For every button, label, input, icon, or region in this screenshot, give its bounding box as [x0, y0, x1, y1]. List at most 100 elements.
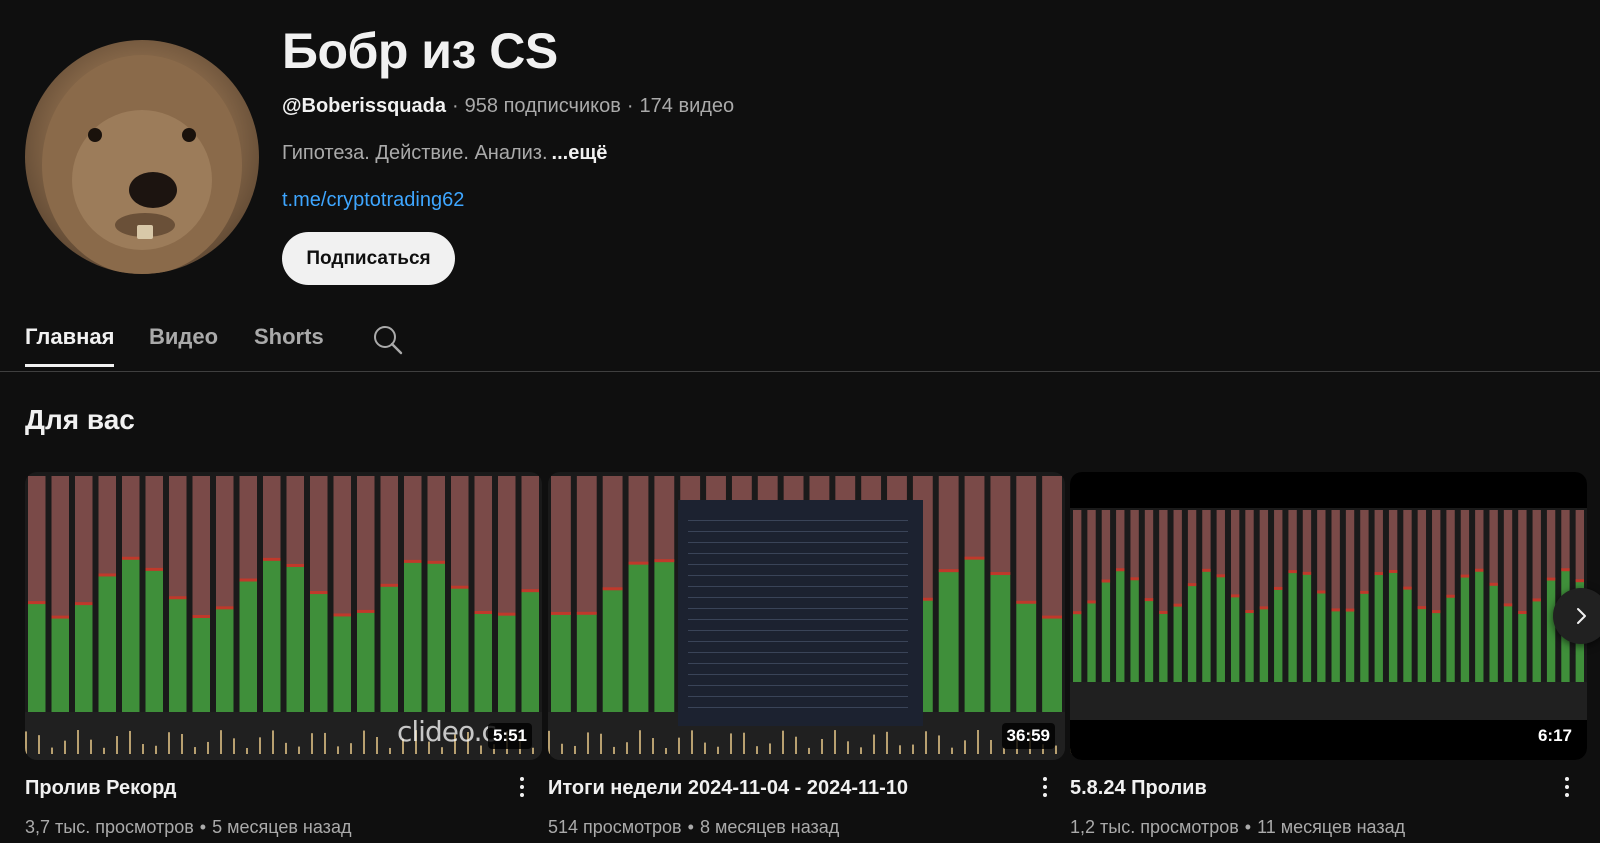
- thumbnail-bar: [1432, 610, 1441, 614]
- thumbnail-bar: [688, 685, 908, 686]
- video-thumbnail[interactable]: clideo.c 5:51: [25, 472, 542, 760]
- channel-avatar[interactable]: [25, 40, 259, 274]
- thumbnail-bar: [688, 597, 908, 598]
- thumbnail-bar: [498, 614, 516, 712]
- thumbnail-bar: [239, 580, 257, 712]
- video-age: 5 месяцев назад: [212, 817, 352, 837]
- thumbnail-bar: [1403, 586, 1412, 590]
- thumbnail-bar: [155, 745, 157, 754]
- thumbnail-bar: [688, 619, 908, 620]
- thumbnail-bar: [1159, 610, 1168, 614]
- thumbnail-bar: [427, 562, 445, 712]
- thumbnail-bar: [216, 608, 234, 712]
- channel-description[interactable]: Гипотеза. Действие. Анализ. ...ещё: [282, 142, 607, 165]
- thumbnail-bar: [1288, 510, 1297, 573]
- thumbnail-bar: [990, 739, 992, 754]
- thumbnail-bar: [795, 736, 797, 754]
- thumbnail-bar: [357, 611, 375, 712]
- tab-shorts[interactable]: Shorts: [254, 324, 324, 364]
- thumbnail-bar: [1073, 613, 1082, 682]
- thumbnail-bar: [1374, 572, 1383, 576]
- thumbnail-bar: [1173, 603, 1182, 607]
- thumbnail-bar: [1460, 576, 1470, 682]
- thumbnail-bar: [1417, 510, 1427, 609]
- video-thumbnail[interactable]: 36:59: [548, 472, 1065, 760]
- thumbnail-bar: [1230, 596, 1240, 682]
- thumbnail-bar: [1503, 510, 1513, 606]
- thumbnail-bar: [551, 613, 571, 712]
- thumbnail-bar: [938, 569, 959, 573]
- thumbnail-bar: [1446, 594, 1455, 598]
- video-card[interactable]: clideo.c 5:51 Пролив Рекорд 3,7 тыс. про…: [25, 472, 542, 843]
- thumbnail-bar: [1475, 568, 1484, 572]
- thumbnail-bar: [521, 591, 539, 712]
- thumbnail-bar: [1230, 594, 1240, 598]
- thumbnail-bar: [1489, 584, 1498, 682]
- video-thumbnail[interactable]: 6:17: [1070, 472, 1587, 760]
- thumbnail-bar: [122, 558, 140, 712]
- thumbnail-bar: [1518, 611, 1527, 615]
- thumbnail-bar: [769, 743, 771, 754]
- thumbnail-bar: [324, 732, 326, 754]
- thumbnail-bar: [1546, 577, 1556, 581]
- thumbnail-bar: [743, 732, 745, 754]
- thumbnail-bar: [1446, 510, 1455, 597]
- next-button[interactable]: [1553, 588, 1600, 644]
- thumbnail-bar: [474, 612, 492, 712]
- thumbnail-bar: [1173, 510, 1182, 606]
- more-vert-icon[interactable]: [1555, 772, 1579, 802]
- thumbnail-bar: [1532, 598, 1541, 602]
- channel-link[interactable]: t.me/cryptotrading62: [282, 189, 464, 212]
- thumbnail-bar: [628, 561, 649, 565]
- meta-dot: •: [199, 817, 207, 837]
- thumbnail-bar: [1202, 570, 1211, 682]
- thumbnail-bar: [1073, 510, 1082, 614]
- thumbnail-bar: [380, 476, 398, 586]
- thumbnail-bar: [626, 742, 628, 754]
- thumbnail-bar: [1274, 510, 1283, 589]
- thumbnail-bar: [654, 559, 675, 563]
- thumbnail-bar: [1173, 605, 1182, 682]
- thumbnail-bar: [1345, 608, 1355, 612]
- thumbnail-bar: [1331, 610, 1340, 682]
- search-icon[interactable]: [372, 324, 404, 356]
- video-card[interactable]: 36:59 Итоги недели 2024-11-04 - 2024-11-…: [548, 472, 1065, 843]
- description-text: Гипотеза. Действие. Анализ.: [282, 142, 548, 164]
- video-title[interactable]: Пролив Рекорд: [25, 777, 177, 800]
- thumbnail-bar: [1561, 568, 1570, 572]
- more-vert-icon[interactable]: [1033, 772, 1057, 802]
- video-title[interactable]: 5.8.24 Пролив: [1070, 777, 1207, 800]
- subscribe-button[interactable]: Подписаться: [282, 232, 455, 285]
- thumbnail-bar: [404, 561, 422, 712]
- thumbnail-bar: [1374, 574, 1383, 682]
- channel-meta: @Boberissquada · 958 подписчиков · 174 видео: [282, 95, 734, 118]
- thumbnail-bar: [938, 735, 940, 754]
- thumbnail-bar: [925, 731, 927, 754]
- video-title[interactable]: Итоги недели 2024-11-04 - 2024-11-10: [548, 777, 908, 800]
- thumbnail-bar: [474, 610, 492, 614]
- thumbnail-bar: [688, 553, 908, 554]
- tab-home[interactable]: Главная: [25, 324, 115, 367]
- thumbnail-bar: [730, 733, 732, 754]
- thumbnail-bar: [576, 476, 597, 614]
- thumbnail-bar: [1116, 510, 1125, 571]
- thumbnail-bar: [574, 745, 576, 754]
- thumbnail-bar: [1388, 510, 1398, 572]
- thumbnail-bar: [1417, 606, 1427, 610]
- thumbnail-bar: [51, 617, 69, 712]
- thumbnail-bar: [98, 573, 116, 577]
- thumbnail-bar: [28, 476, 46, 604]
- thumbnail-bar: [1432, 612, 1441, 682]
- thumbnail-bar: [602, 589, 623, 712]
- thumbnail-bar: [1159, 612, 1168, 682]
- channel-handle: @Boberissquada: [282, 95, 446, 117]
- thumbnail-bar: [1216, 574, 1225, 578]
- more-vert-icon[interactable]: [510, 772, 534, 802]
- thumbnail-bar: [1216, 576, 1225, 682]
- video-card[interactable]: 6:17 5.8.24 Пролив 1,2 тыс. просмотров • 1…: [1070, 472, 1587, 843]
- thumbnail-bar: [964, 476, 985, 559]
- tab-videos[interactable]: Видео: [149, 324, 218, 364]
- thumbnail-bar: [51, 476, 69, 618]
- more-link[interactable]: ...ещё: [552, 142, 608, 164]
- thumbnail-bar: [964, 558, 985, 712]
